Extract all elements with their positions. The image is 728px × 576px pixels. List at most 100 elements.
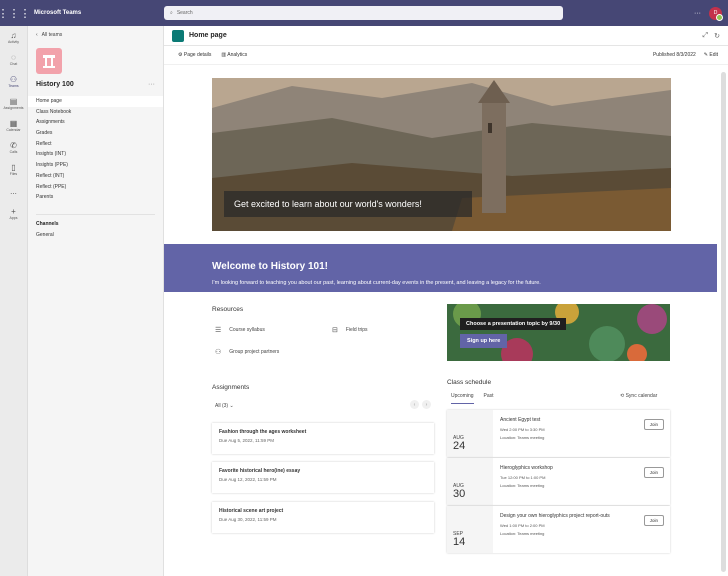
hero-image: Get excited to learn about our world's w… (212, 78, 671, 231)
rail-more[interactable]: ... (0, 180, 27, 202)
event-day: 14 (453, 536, 466, 548)
hero-caption: Get excited to learn about our world's w… (224, 191, 472, 217)
assignments-icon: ▤ (9, 96, 18, 106)
assignment-title: Favorite historical hero(ine) essay (219, 468, 301, 474)
all-teams-link[interactable]: ‹ All teams (28, 26, 163, 44)
team-sidebar: ‹ All teams History 100 ··· Home page Clas… (28, 26, 164, 576)
teams-icon: ⚇ (9, 74, 18, 84)
next-page-button[interactable]: › (422, 400, 431, 409)
bus-icon: ⊟ (332, 327, 338, 334)
assignment-card[interactable]: Favorite historical hero(ine) essay Due A… (212, 462, 434, 493)
event-location: Location: Teams meeting (500, 435, 545, 440)
rail-teams[interactable]: ⚇ Teams (0, 70, 27, 92)
search-placeholder: Search (176, 10, 193, 16)
chevron-left-icon: ‹ (36, 32, 38, 38)
title-bar: ⋮⋮⋮ Microsoft Teams ⌕ Search ··· D (0, 0, 728, 26)
welcome-text: I'm looking forward to teaching you abou… (212, 280, 541, 286)
welcome-title: Welcome to History 101! (212, 261, 328, 272)
promo-text: Choose a presentation topic by 9/30 (460, 318, 567, 330)
refresh-icon[interactable]: ↻ (714, 32, 720, 40)
resource-field-trips[interactable]: ⊟ Field trips (332, 326, 368, 334)
team-nav: Home page Class Notebook Assignments Gra… (28, 96, 163, 203)
nav-grades[interactable]: Grades (28, 128, 163, 139)
rail-chat[interactable]: ◌ Chat (0, 48, 27, 70)
join-button[interactable]: Join (643, 467, 664, 478)
rail-files[interactable]: ▯ Files (0, 158, 27, 180)
page-title: Home page (189, 32, 227, 39)
event-day: 30 (453, 488, 466, 500)
chat-icon: ◌ (11, 52, 16, 62)
event-location: Location: Teams meeting (500, 531, 545, 536)
event-location: Location: Teams meeting (500, 483, 545, 488)
published-status: Published 8/3/2022 (652, 52, 696, 58)
nav-class-notebook[interactable]: Class Notebook (28, 107, 163, 118)
nav-reflect-int[interactable]: Reflect (INT) (28, 171, 163, 182)
page-details-button[interactable]: ⚙ Page details (178, 52, 211, 58)
edit-button[interactable]: ✎ Edit (704, 52, 718, 58)
app-title: Microsoft Teams (34, 10, 82, 16)
analytics-button[interactable]: ▥ Analytics (221, 52, 247, 58)
rail-activity[interactable]: ♫ Activity (0, 26, 27, 48)
assignment-card[interactable]: Historical scene art project Due Aug 30, … (212, 502, 434, 533)
nav-home-page[interactable]: Home page (28, 96, 163, 107)
rail-calendar[interactable]: ▦ Calendar (0, 114, 27, 136)
assignments-filter[interactable]: All (3) ⌄ (215, 403, 234, 409)
team-more-icon[interactable]: ··· (148, 81, 155, 88)
main-content: Home page ⤢ ↻ ⚙ Page details ▥ Analytics … (164, 26, 728, 576)
tab-upcoming[interactable]: Upcoming (451, 393, 474, 404)
nav-reflect-ppe[interactable]: Reflect (PPE) (28, 182, 163, 193)
event-day: 24 (453, 440, 466, 452)
sign-up-button[interactable]: Sign up here (460, 334, 508, 348)
resource-group-partners[interactable]: ⚇ Group project partners (215, 348, 279, 356)
avatar[interactable]: D (709, 6, 723, 21)
assignments-title: Assignments (212, 384, 250, 391)
assignment-due: Due Aug 30, 2022, 11:59 PM (219, 517, 277, 522)
channels-header: Channels (36, 213, 155, 227)
people-icon: ⚇ (215, 349, 222, 356)
app-launcher-icon[interactable]: ⋮⋮⋮ (0, 0, 31, 26)
promo-banner: Choose a presentation topic by 9/30 Sign… (447, 304, 670, 361)
search-input[interactable]: ⌕ Search (164, 6, 563, 20)
list-icon: ☰ (215, 327, 222, 334)
expand-icon[interactable]: ⤢ (703, 32, 709, 40)
avatar-initials: D (713, 10, 718, 16)
resources-title: Resources (212, 306, 244, 313)
assignment-title: Fashion through the ages worksheet (219, 429, 307, 435)
event-card: AUG 30 Hieroglyphics workshop Tue 12:00 PM… (447, 458, 670, 505)
join-button[interactable]: Join (643, 419, 664, 430)
nav-insights-ppe[interactable]: Insights (PPE) (28, 160, 163, 171)
nav-insights-int[interactable]: Insights (INT) (28, 149, 163, 160)
plus-icon: + (11, 206, 16, 216)
phone-icon: ✆ (10, 140, 17, 150)
assignment-due: Due Aug 5, 2022, 11:59 PM (219, 438, 274, 443)
search-icon: ⌕ (170, 10, 173, 16)
rail-assignments[interactable]: ▤ Assignments (0, 92, 27, 114)
join-button[interactable]: Join (643, 515, 664, 526)
rail-apps[interactable]: + Apps (0, 202, 27, 224)
sync-calendar-button[interactable]: ⟲ Sync calendar (620, 393, 657, 399)
channel-general[interactable]: General (28, 232, 163, 238)
prev-page-button[interactable]: ‹ (410, 400, 419, 409)
chevron-down-icon: ⌄ (229, 403, 234, 409)
scrollbar[interactable] (721, 72, 726, 572)
event-card: AUG 24 Ancient Egypt test Wed 2:00 PM to 3… (447, 410, 670, 457)
bell-icon: ♫ (10, 30, 17, 40)
plants-image (447, 304, 670, 361)
nav-reflect[interactable]: Reflect (28, 139, 163, 150)
assignment-card[interactable]: Fashion through the ages worksheet Due Au… (212, 423, 434, 454)
rail-calls[interactable]: ✆ Calls (0, 136, 27, 158)
team-name: History 100 (36, 81, 74, 88)
more-icon: ... (10, 186, 17, 196)
more-options-icon[interactable]: ··· (694, 10, 701, 17)
event-card: SEP 14 Design your own hieroglyphics proj… (447, 506, 670, 553)
nav-parents[interactable]: Parents (28, 192, 163, 203)
column-icon (43, 55, 55, 68)
welcome-banner: Welcome to History 101! I'm looking forw… (164, 244, 717, 292)
resource-course-syllabus[interactable]: ☰ Course syllabus (215, 326, 265, 334)
nav-assignments[interactable]: Assignments (28, 117, 163, 128)
schedule-title: Class schedule (447, 379, 492, 386)
tab-past[interactable]: Past (484, 393, 494, 404)
file-icon: ▯ (11, 162, 16, 172)
assignment-due: Due Aug 12, 2022, 11:59 PM (219, 477, 277, 482)
assignment-title: Historical scene art project (219, 508, 284, 514)
